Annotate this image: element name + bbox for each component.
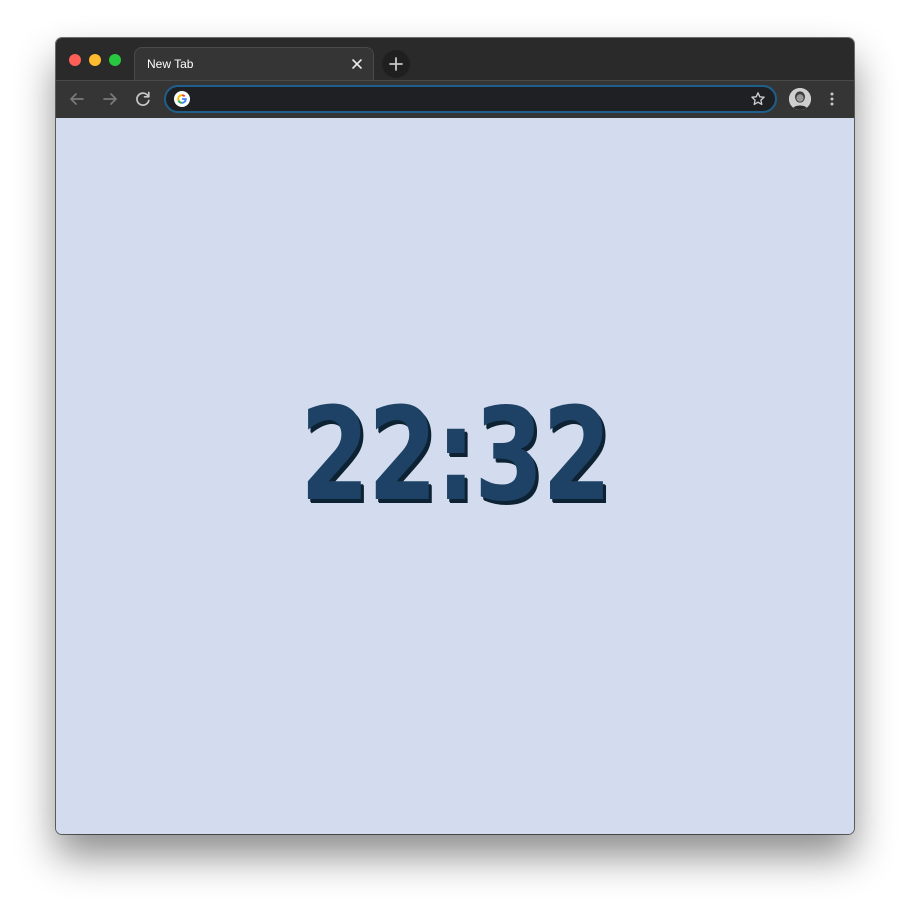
reload-icon[interactable] (133, 89, 153, 109)
tab-strip: New Tab (56, 38, 854, 81)
clock-display: 22:32 (299, 381, 612, 530)
arrow-right-icon[interactable] (100, 89, 120, 109)
kebab-menu-icon[interactable] (824, 89, 840, 109)
plus-icon (389, 57, 403, 71)
address-bar[interactable] (164, 85, 777, 113)
close-icon[interactable] (349, 56, 365, 72)
browser-window: New Tab 22:32 (56, 38, 854, 834)
profile-avatar-icon (789, 88, 811, 110)
omnibox-input[interactable] (196, 90, 740, 110)
google-icon (174, 91, 190, 107)
zoom-window-button[interactable] (109, 54, 121, 66)
tab-new-tab[interactable]: New Tab (134, 47, 374, 81)
close-window-button[interactable] (69, 54, 81, 66)
arrow-left-icon[interactable] (67, 89, 87, 109)
minimize-window-button[interactable] (89, 54, 101, 66)
avatar[interactable] (789, 88, 811, 110)
new-tab-page: 22:32 (56, 118, 854, 834)
tab-title: New Tab (147, 57, 194, 71)
star-icon[interactable] (750, 91, 766, 107)
new-tab-button[interactable] (382, 50, 410, 78)
toolbar (56, 80, 854, 118)
